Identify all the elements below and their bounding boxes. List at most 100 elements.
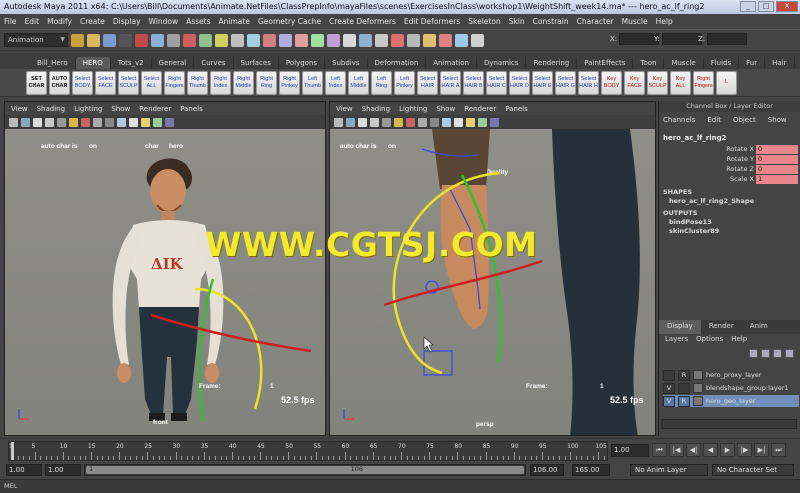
panel-menu-shading[interactable]: Shading bbox=[37, 105, 65, 113]
mask-curves-icon[interactable] bbox=[215, 33, 228, 47]
shelf-tab-surfaces[interactable]: Surfaces bbox=[234, 57, 279, 69]
shelf-tab-fur[interactable]: Fur bbox=[739, 57, 766, 69]
step-back-icon[interactable]: ◀| bbox=[686, 443, 701, 457]
bookmark-icon[interactable] bbox=[33, 117, 42, 127]
shelf-button[interactable]: Right Ring bbox=[256, 70, 277, 95]
image-plane-icon[interactable] bbox=[45, 117, 54, 127]
resolution-gate-icon[interactable] bbox=[81, 117, 90, 127]
attr-value-field[interactable]: 0 bbox=[756, 154, 798, 164]
range-slider[interactable]: 1 106 bbox=[84, 464, 526, 476]
coord-z-field[interactable] bbox=[707, 33, 748, 45]
mask-joints-icon[interactable] bbox=[199, 33, 212, 47]
ipr-render-icon[interactable] bbox=[423, 33, 436, 47]
go-to-start-icon[interactable]: ⏮ bbox=[652, 443, 667, 457]
hypershade-icon[interactable] bbox=[455, 33, 468, 47]
shelf-button[interactable]: Left Pinkey bbox=[394, 70, 415, 95]
shelf-button[interactable]: Select HAIR E bbox=[532, 70, 553, 95]
output-node[interactable]: bindPose13 bbox=[659, 217, 800, 226]
render-current-icon[interactable] bbox=[407, 33, 420, 47]
current-frame-field[interactable]: 1.00 bbox=[611, 444, 649, 457]
open-scene-icon[interactable] bbox=[87, 33, 100, 47]
attr-row-rotate-x[interactable]: Rotate X 0 bbox=[659, 144, 800, 154]
shelf-button[interactable]: Select HAIR D bbox=[509, 70, 530, 95]
lock-camera-icon[interactable] bbox=[346, 117, 355, 127]
playback-end-field[interactable]: 106.00 bbox=[530, 464, 564, 476]
mask-dynamics-icon[interactable] bbox=[263, 33, 276, 47]
mask-surfaces-icon[interactable] bbox=[231, 33, 244, 47]
viewport-persp[interactable]: View Shading Lighting Show Renderer Pane… bbox=[329, 101, 656, 436]
shelf-tab-curves[interactable]: Curves bbox=[194, 57, 234, 69]
shelf-tab-hair[interactable]: Hair bbox=[765, 57, 795, 69]
safe-action-icon[interactable] bbox=[93, 117, 102, 127]
go-to-end-icon[interactable]: ⏭ bbox=[771, 443, 786, 457]
layer-up-icon[interactable] bbox=[749, 349, 758, 358]
menu-character[interactable]: Character bbox=[577, 17, 614, 26]
shelf-tab-deformation[interactable]: Deformation bbox=[368, 57, 427, 69]
step-back-key-icon[interactable]: |◀ bbox=[669, 443, 684, 457]
menu-animate[interactable]: Animate bbox=[219, 17, 250, 26]
panel-menu-lighting[interactable]: Lighting bbox=[399, 105, 427, 113]
layer-menu-layers[interactable]: Layers bbox=[665, 335, 688, 347]
shadows-icon[interactable] bbox=[153, 117, 162, 127]
time-ruler[interactable]: 1510152025303540455055606570758085909510… bbox=[8, 441, 608, 461]
layer-menu-help[interactable]: Help bbox=[731, 335, 747, 347]
shelf-button[interactable]: Select HAIR B bbox=[463, 70, 484, 95]
shelf-button[interactable]: Select HAIR G bbox=[555, 70, 576, 95]
viewport-front-canvas[interactable]: auto char is on char hero ΔΙΚ Frame: 1 5… bbox=[5, 129, 326, 436]
menu-help[interactable]: Help bbox=[656, 17, 673, 26]
current-time-marker[interactable] bbox=[11, 442, 14, 460]
step-forward-icon[interactable]: |▶ bbox=[737, 443, 752, 457]
shelf-button[interactable]: L bbox=[716, 70, 737, 95]
xray-icon[interactable] bbox=[165, 117, 174, 127]
channel-menu-edit[interactable]: Edit bbox=[707, 116, 721, 124]
shelf-button[interactable]: Left Index bbox=[325, 70, 346, 95]
channel-menu-object[interactable]: Object bbox=[733, 116, 756, 124]
range-slider-thumb[interactable] bbox=[86, 466, 524, 474]
menu-assets[interactable]: Assets bbox=[186, 17, 210, 26]
new-scene-icon[interactable] bbox=[71, 33, 84, 47]
layer-visibility-toggle[interactable]: V bbox=[663, 382, 675, 394]
menu-create[interactable]: Create bbox=[80, 17, 105, 26]
selected-node-name[interactable]: hero_ac_lf_ring2 bbox=[659, 128, 800, 144]
menu-edit-deformers[interactable]: Edit Deformers bbox=[404, 17, 460, 26]
snap-plane-icon[interactable] bbox=[359, 33, 372, 47]
new-layer-icon[interactable] bbox=[773, 349, 782, 358]
bookmark-icon[interactable] bbox=[358, 117, 367, 127]
animation-start-field[interactable]: 1.00 bbox=[6, 464, 42, 476]
render-settings-icon[interactable] bbox=[439, 33, 452, 47]
coord-y-field[interactable] bbox=[661, 33, 702, 45]
menu-modify[interactable]: Modify bbox=[47, 17, 72, 26]
play-backward-icon[interactable]: ◀ bbox=[703, 443, 718, 457]
animation-end-field[interactable]: 165.00 bbox=[572, 464, 610, 476]
xray-icon[interactable] bbox=[490, 117, 499, 127]
output-node[interactable]: skinCluster89 bbox=[659, 226, 800, 235]
layer-display-type-toggle[interactable]: R bbox=[678, 395, 690, 407]
maximize-button[interactable]: □ bbox=[758, 1, 774, 12]
menu-geometry-cache[interactable]: Geometry Cache bbox=[258, 17, 321, 26]
shelf-button[interactable]: Right Index bbox=[210, 70, 231, 95]
shelf-button[interactable]: Right Pinkey bbox=[279, 70, 300, 95]
shape-node[interactable]: hero_ac_lf_ring2_Shape bbox=[659, 196, 800, 205]
layer-menu-options[interactable]: Options bbox=[696, 335, 723, 347]
menu-window[interactable]: Window bbox=[149, 17, 179, 26]
menu-display[interactable]: Display bbox=[113, 17, 141, 26]
shelf-tab-painteffects[interactable]: PaintEffects bbox=[577, 57, 634, 69]
shelf-button[interactable]: AUTO CHAR bbox=[49, 70, 70, 95]
mask-deformations-icon[interactable] bbox=[247, 33, 260, 47]
lights-icon[interactable] bbox=[141, 117, 150, 127]
layer-row[interactable]: R hero_proxy_layer bbox=[663, 369, 799, 381]
menu-create-deformers[interactable]: Create Deformers bbox=[329, 17, 396, 26]
shelf-tab-rendering[interactable]: Rendering bbox=[526, 57, 578, 69]
shelf-button[interactable]: Left Middle bbox=[348, 70, 369, 95]
command-language-label[interactable]: MEL bbox=[4, 482, 17, 490]
menu-file[interactable]: File bbox=[4, 17, 17, 26]
panel-menu-show[interactable]: Show bbox=[111, 105, 130, 113]
lights-icon[interactable] bbox=[466, 117, 475, 127]
select-component-icon[interactable] bbox=[167, 33, 180, 47]
panel-menu-shading[interactable]: Shading bbox=[362, 105, 390, 113]
minimize-button[interactable]: _ bbox=[740, 1, 756, 12]
shelf-tab-hero[interactable]: HERO bbox=[75, 57, 111, 69]
shelf-tab-bill-hero[interactable]: Bill_Hero bbox=[30, 57, 76, 69]
character-hero-front[interactable] bbox=[5, 129, 326, 436]
resolution-gate-icon[interactable] bbox=[406, 117, 415, 127]
